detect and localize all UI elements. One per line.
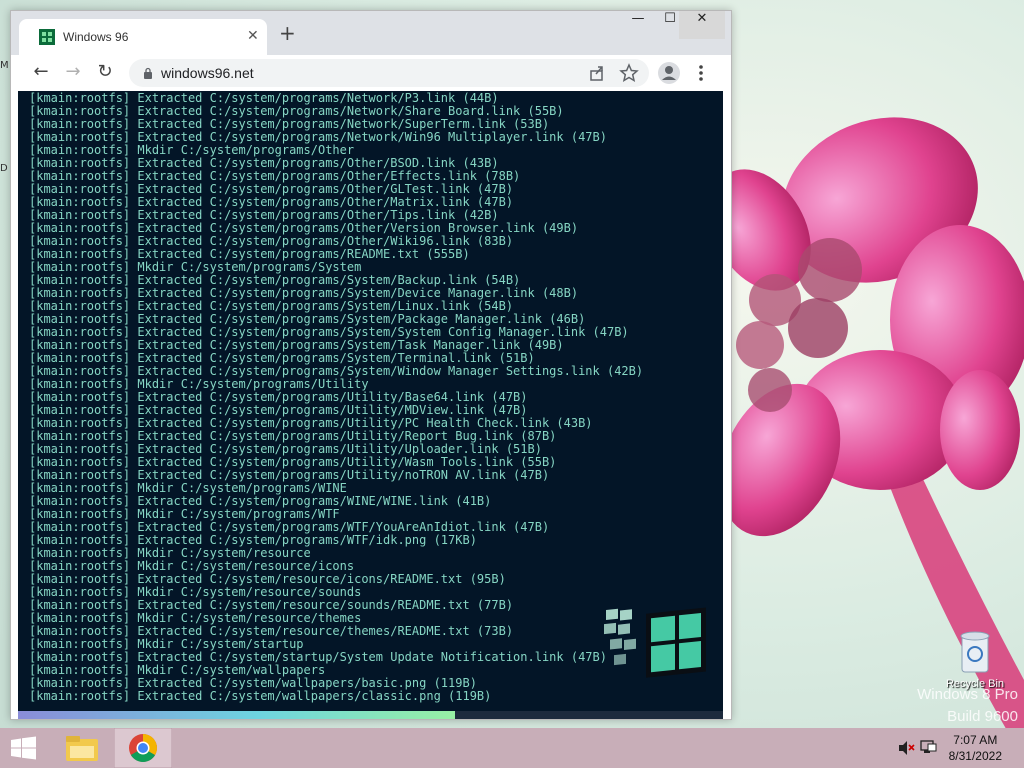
chrome-icon[interactable]: [114, 728, 172, 768]
file-explorer-icon[interactable]: [56, 728, 108, 768]
tab-windows96[interactable]: Windows 96 ✕: [19, 19, 267, 55]
windows-watermark: Windows 8 Pro Build 9600: [917, 684, 1018, 728]
tab-strip: Windows 96 ✕ + — ☐ ✕: [11, 11, 731, 55]
terminal-line: [kmain:rootfs] Extracted C:/system/wallp…: [29, 689, 492, 703]
menu-icon[interactable]: [689, 61, 713, 85]
clock-date: 8/31/2022: [948, 749, 1002, 763]
browser-window: Windows 96 ✕ + — ☐ ✕ ← → ↻ windows96.net: [10, 10, 732, 720]
windows96-logo-icon: [604, 607, 706, 678]
page-viewport[interactable]: [kmain:rootfs] Extracted C:/system/progr…: [18, 91, 723, 711]
windows-start-icon[interactable]: [0, 728, 48, 768]
back-icon[interactable]: ←: [29, 61, 53, 85]
bookmark-star-icon[interactable]: [619, 63, 639, 83]
tab-title: Windows 96: [63, 30, 129, 44]
clock-time: 7:07 AM: [953, 733, 998, 747]
boot-progress-fill: [18, 711, 456, 719]
address-url[interactable]: windows96.net: [161, 65, 254, 81]
close-window-button[interactable]: ✕: [679, 11, 725, 39]
system-clock[interactable]: 7:07 AM 8/31/2022: [949, 732, 1002, 764]
desktop-icon-label-fragment: M: [0, 60, 9, 71]
recycle-bin-shortcut[interactable]: Recycle Bin: [940, 630, 1010, 690]
browser-toolbar: ← → ↻ windows96.net: [11, 55, 731, 91]
address-bar[interactable]: windows96.net: [129, 59, 649, 87]
recycle-bin-label: Recycle Bin: [945, 678, 1005, 690]
reload-icon[interactable]: ↻: [93, 61, 117, 85]
lock-icon[interactable]: [143, 67, 153, 79]
forward-icon[interactable]: →: [61, 61, 85, 85]
watermark-build: Build 9600: [947, 708, 1018, 725]
windows96-favicon: [39, 29, 55, 45]
desktop-icon-label-fragment: D: [0, 163, 8, 174]
share-icon[interactable]: [587, 63, 607, 83]
recycle-bin-icon: [960, 631, 990, 673]
volume-muted-icon[interactable]: [896, 728, 916, 768]
tab-close-icon[interactable]: ✕: [247, 28, 259, 44]
boot-progress-bar: [18, 711, 723, 719]
boot-log-terminal: [kmain:rootfs] Extracted C:/system/progr…: [29, 92, 643, 703]
profile-icon[interactable]: [657, 61, 681, 85]
taskbar: 7:07 AM 8/31/2022: [0, 728, 1024, 768]
new-tab-button[interactable]: +: [279, 23, 296, 43]
network-icon[interactable]: [918, 728, 938, 768]
